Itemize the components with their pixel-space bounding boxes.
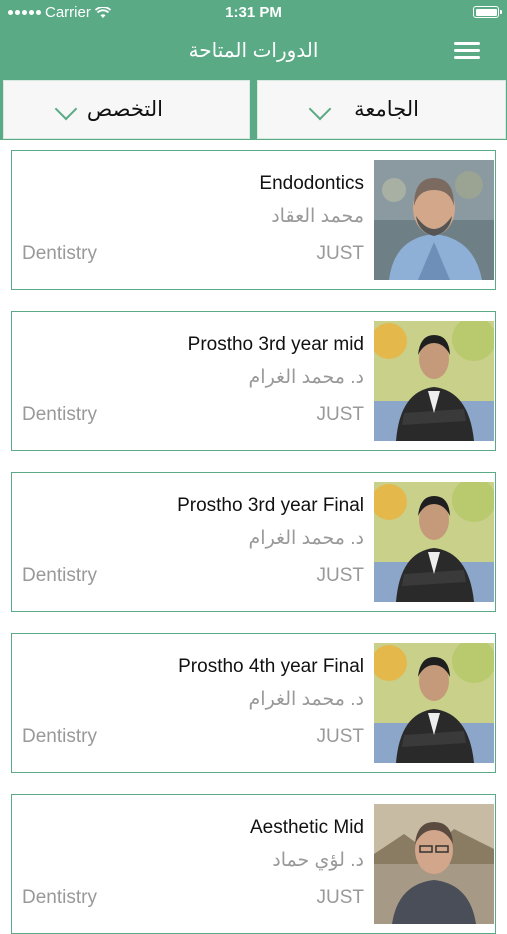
instructor-photo: [374, 804, 494, 924]
instructor-name: د. محمد الغرام: [248, 367, 364, 388]
major-label: Dentistry: [22, 887, 97, 908]
course-name: Prostho 3rd year Final: [177, 495, 364, 516]
university-label: JUST: [316, 243, 365, 264]
major-label: Dentistry: [22, 243, 97, 264]
battery-icon: [473, 6, 502, 18]
university-label: JUST: [316, 726, 365, 747]
instructor-photo: [374, 482, 494, 602]
course-name: Prostho 3rd year mid: [187, 334, 364, 355]
major-filter-label: التخصص: [86, 98, 163, 121]
course-name: Endodontics: [259, 173, 364, 194]
instructor-name: د. لؤي حماد: [272, 850, 364, 871]
major-filter-dropdown[interactable]: التخصص: [3, 80, 250, 139]
instructor-name: د. محمد الغرام: [248, 528, 364, 549]
instructor-photo: [374, 643, 494, 763]
instructor-photo: [374, 321, 494, 441]
university-label: JUST: [316, 565, 365, 586]
university-label: JUST: [316, 404, 365, 425]
status-bar: Carrier 1:31 PM: [0, 0, 507, 26]
page-title: الدورات المتاحة: [188, 40, 319, 62]
course-card[interactable]: Endodontics محمد العقاد JUST Dentistry: [11, 150, 496, 290]
instructor-name: د. محمد الغرام: [248, 689, 364, 710]
course-name: Aesthetic Mid: [249, 817, 364, 838]
course-card[interactable]: Prostho 3rd year Final د. محمد الغرام JU…: [11, 472, 496, 612]
university-filter-dropdown[interactable]: الجامعة: [257, 80, 506, 139]
chevron-down-icon: [54, 97, 78, 121]
university-filter-label: الجامعة: [354, 98, 419, 121]
major-label: Dentistry: [22, 404, 97, 425]
instructor-name: محمد العقاد: [271, 206, 364, 227]
status-time: 1:31 PM: [225, 4, 282, 21]
app-header: Carrier 1:31 PM الدورات المتاحة: [0, 0, 507, 80]
major-label: Dentistry: [22, 565, 97, 586]
instructor-photo: [374, 160, 494, 280]
filter-bar: التخصص الجامعة: [0, 80, 507, 140]
university-label: JUST: [316, 887, 365, 908]
course-name: Prostho 4th year Final: [178, 656, 364, 677]
major-label: Dentistry: [22, 726, 97, 747]
hamburger-menu-icon[interactable]: [454, 42, 480, 62]
course-card[interactable]: Aesthetic Mid د. لؤي حماد JUST Dentistry: [11, 794, 496, 934]
course-card[interactable]: Prostho 4th year Final د. محمد الغرام JU…: [11, 633, 496, 773]
course-card[interactable]: Prostho 3rd year mid د. محمد الغرام JUST…: [11, 311, 496, 451]
chevron-down-icon: [308, 97, 332, 121]
